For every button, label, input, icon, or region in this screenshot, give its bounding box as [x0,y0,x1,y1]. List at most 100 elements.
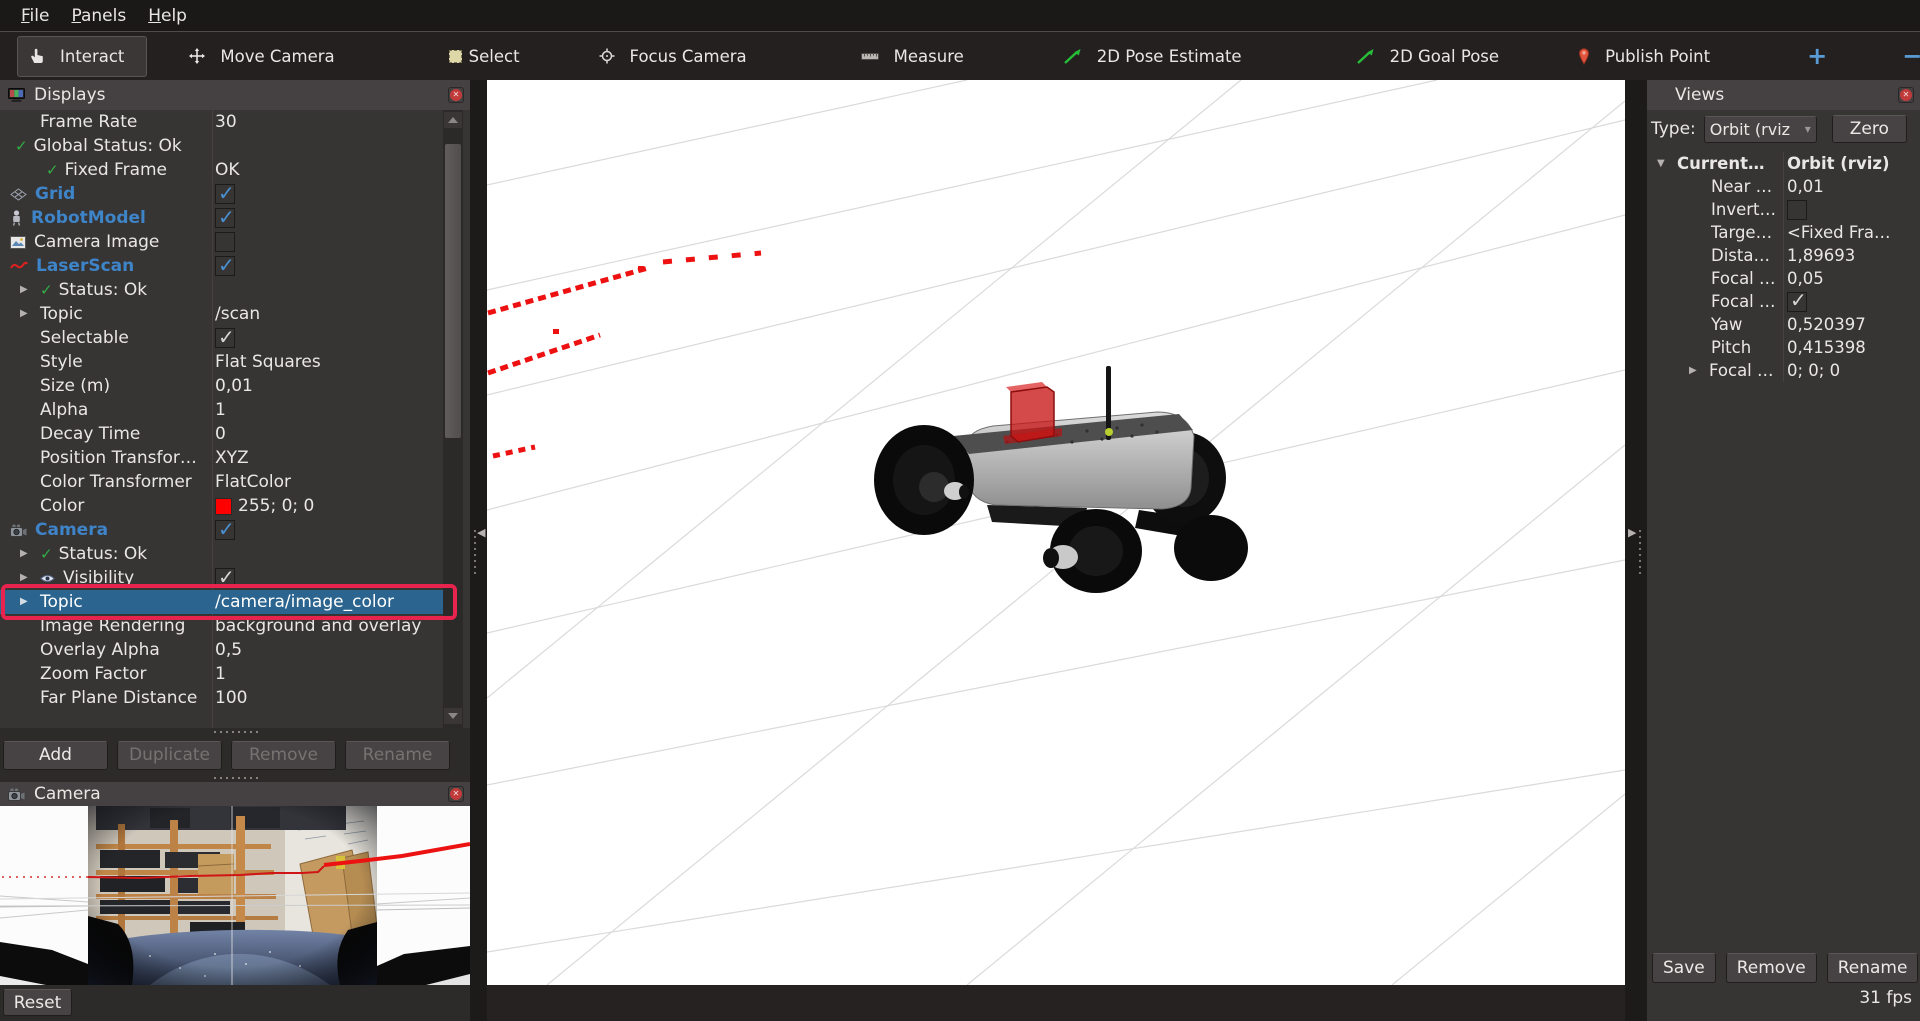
menu-panels[interactable]: Panels [60,3,137,29]
property-value[interactable]: 1 [215,398,226,422]
property-value[interactable]: 100 [215,686,247,710]
add-tool-button[interactable]: + [1797,42,1837,70]
selectable-checkbox[interactable] [215,328,235,348]
expand-arrow-icon[interactable]: ▶ [20,590,34,614]
row-camera-status[interactable]: ▶✓Status: Ok [0,542,443,566]
remove-display-button[interactable]: Remove [231,741,336,770]
property-value[interactable]: 0; 0; 0 [1787,359,1840,382]
property-value[interactable]: 0,520397 [1787,313,1866,336]
remove-tool-button[interactable]: − [1892,42,1920,70]
reset-button[interactable]: Reset [3,989,72,1016]
property-value[interactable]: 0,5 [215,638,242,662]
row-global-status[interactable]: ✓Global Status: Ok [0,134,443,158]
display-enabled-checkbox[interactable] [215,520,235,540]
3d-viewport-canvas[interactable] [487,80,1625,985]
property-value[interactable]: /scan [215,302,260,326]
3d-viewport[interactable] [487,80,1625,985]
expand-arrow-icon[interactable]: ▶ [1689,359,1703,382]
row-size[interactable]: Size (m) 0,01 [0,374,443,398]
property-value[interactable]: 255; 0; 0 [238,494,314,518]
display-enabled-checkbox[interactable] [215,184,235,204]
property-value[interactable]: <Fixed Fra… [1787,221,1891,244]
scroll-up-button[interactable] [444,112,462,128]
focus-camera-tool-button[interactable]: Focus Camera [587,40,759,73]
remove-view-button[interactable]: Remove [1726,953,1817,983]
color-swatch[interactable] [215,498,232,515]
display-enabled-checkbox[interactable] [215,232,235,252]
view-type-dropdown[interactable]: Orbit (rviz ▾ [1704,116,1817,143]
row-robotmodel-display[interactable]: RobotModel [0,206,443,230]
close-camera-panel-button[interactable]: ✕ [448,786,464,802]
splitter-handle[interactable] [0,728,470,736]
row-color-transformer[interactable]: Color Transformer FlatColor [0,470,443,494]
property-value[interactable]: /camera/image_color [215,590,394,614]
displays-scrollbar[interactable] [443,110,463,728]
close-views-panel-button[interactable]: ✕ [1898,87,1914,103]
row-position-transformer[interactable]: Position Transfor… XYZ [0,446,443,470]
row-camera-display[interactable]: Camera [0,518,443,542]
expand-arrow-icon[interactable]: ▶ [20,566,34,590]
row-frame-rate[interactable]: Frame Rate 30 [0,110,443,134]
collapse-left-icon[interactable]: ◀ [477,526,485,539]
scroll-down-button[interactable] [444,708,462,724]
goal-pose-tool-button[interactable]: 2D Goal Pose [1344,40,1511,73]
expand-arrow-icon[interactable]: ▶ [20,542,34,566]
menu-help[interactable]: Help [137,3,198,29]
zero-button[interactable]: Zero [1832,115,1907,143]
duplicate-display-button[interactable]: Duplicate [117,741,222,770]
property-value[interactable]: 0,01 [215,374,253,398]
select-tool-button[interactable]: Select [437,40,532,73]
property-value[interactable]: 30 [215,110,237,134]
row-camera-topic-selected[interactable]: ▶Topic /camera/image_color [0,590,443,614]
scrollbar-thumb[interactable] [445,144,461,438]
focal-shape-checkbox[interactable] [1787,292,1807,312]
property-value[interactable]: background and overlay [215,614,421,638]
property-value[interactable]: FlatColor [215,470,291,494]
left-splitter[interactable]: ◀ [470,80,487,1021]
row-image-rendering[interactable]: Image Rendering background and overlay [0,614,443,638]
row-laserscan-display[interactable]: LaserScan [0,254,443,278]
add-display-button[interactable]: Add [3,741,108,770]
right-splitter[interactable]: ▶ [1625,80,1647,1021]
rename-display-button[interactable]: Rename [345,741,450,770]
row-fixed-frame[interactable]: ✓Fixed Frame OK [0,158,443,182]
menu-file[interactable]: File [10,3,60,29]
row-decay-time[interactable]: Decay Time 0 [0,422,443,446]
row-selectable[interactable]: Selectable [0,326,443,350]
row-alpha[interactable]: Alpha 1 [0,398,443,422]
property-value[interactable]: 0,01 [1787,175,1824,198]
property-value[interactable]: 0,05 [1787,267,1824,290]
display-enabled-checkbox[interactable] [215,256,235,276]
property-value[interactable]: Flat Squares [215,350,321,374]
close-displays-panel-button[interactable]: ✕ [448,87,464,103]
invert-z-checkbox[interactable] [1787,200,1807,220]
expand-arrow-icon[interactable]: ▶ [20,278,34,302]
property-value[interactable]: 0,415398 [1787,336,1866,359]
row-laserscan-topic[interactable]: ▶Topic /scan [0,302,443,326]
collapse-right-icon[interactable]: ▶ [1628,526,1636,539]
row-style[interactable]: Style Flat Squares [0,350,443,374]
pose-estimate-tool-button[interactable]: 2D Pose Estimate [1051,40,1254,73]
rename-view-button[interactable]: Rename [1827,953,1919,983]
publish-point-tool-button[interactable]: Publish Point [1566,40,1722,73]
row-laserscan-status[interactable]: ▶✓Status: Ok [0,278,443,302]
property-value[interactable]: 1 [215,662,226,686]
save-view-button[interactable]: Save [1652,953,1716,983]
property-value[interactable]: 0 [215,422,226,446]
visibility-checkbox[interactable] [215,568,235,588]
splitter-handle[interactable] [0,774,470,782]
row-camera-image-display[interactable]: Camera Image [0,230,443,254]
expand-arrow-icon[interactable]: ▶ [20,302,34,326]
property-value[interactable]: 1,89693 [1787,244,1855,267]
row-zoom-factor[interactable]: Zoom Factor 1 [0,662,443,686]
move-camera-tool-button[interactable]: Move Camera [177,40,346,73]
collapse-arrow-icon[interactable]: ▼ [1657,152,1671,175]
row-visibility[interactable]: ▶Visibility [0,566,443,590]
measure-tool-button[interactable]: Measure [849,40,976,73]
display-enabled-checkbox[interactable] [215,208,235,228]
row-grid-display[interactable]: Grid [0,182,443,206]
row-far-plane-distance[interactable]: Far Plane Distance 100 [0,686,443,710]
row-overlay-alpha[interactable]: Overlay Alpha 0,5 [0,638,443,662]
row-color[interactable]: Color 255; 0; 0 [0,494,443,518]
interact-tool-button[interactable]: Interact [17,36,147,77]
